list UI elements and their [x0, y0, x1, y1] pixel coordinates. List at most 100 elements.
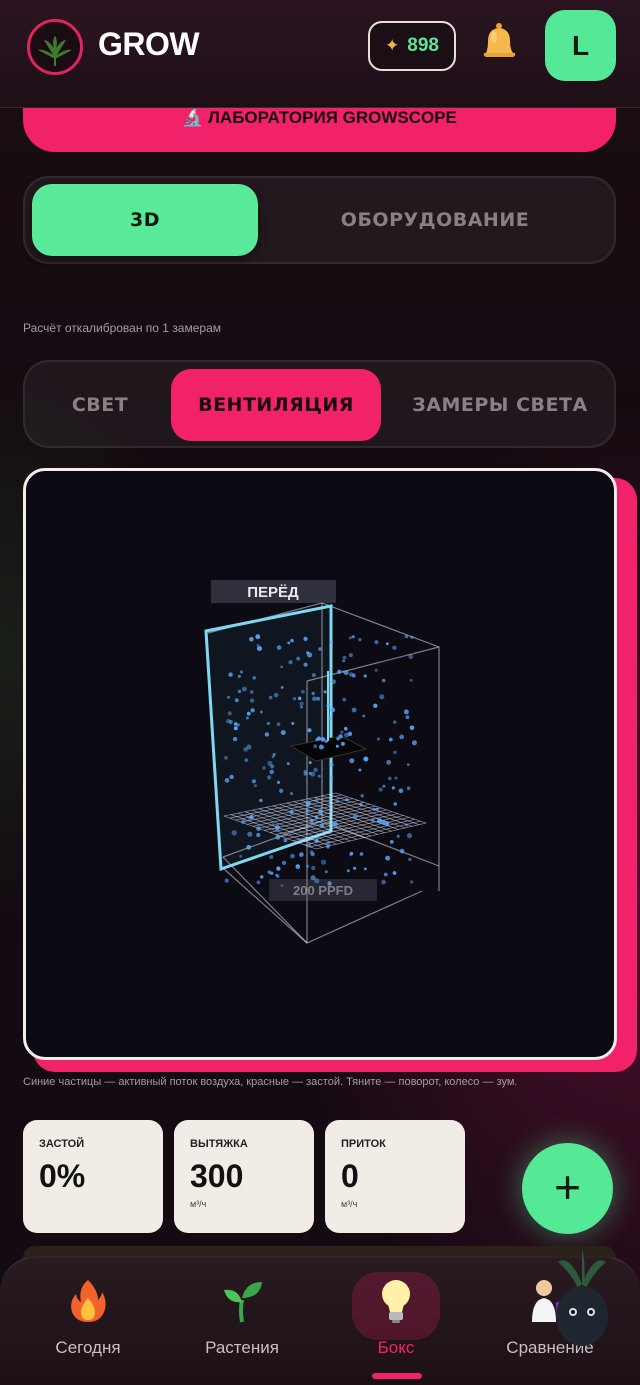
air-particle: [224, 755, 228, 760]
air-particle: [239, 854, 243, 858]
tab-light[interactable]: СВЕТ: [35, 369, 165, 441]
air-particle: [342, 697, 347, 702]
air-particle: [305, 808, 310, 814]
air-particle: [403, 709, 409, 715]
air-particle: [303, 636, 308, 641]
air-particle: [406, 786, 411, 791]
air-particle: [358, 638, 362, 642]
air-particle: [295, 864, 301, 869]
seedling-icon: [224, 1282, 262, 1323]
front-label: ПЕРЁД: [247, 584, 299, 601]
air-particle: [307, 843, 312, 848]
air-particle: [375, 807, 379, 811]
air-particle: [247, 831, 253, 837]
air-particle: [314, 815, 319, 819]
3d-viewer[interactable]: ПЕРЁД 200 PPFD: [23, 468, 617, 1060]
air-particle: [393, 750, 397, 755]
app-header: GROW ✦ 898 L: [0, 0, 640, 108]
avatar[interactable]: L: [545, 10, 616, 81]
view-tabs: 3D ОБОРУДОВАНИЕ: [23, 176, 616, 264]
mascot-icon[interactable]: [540, 1244, 624, 1354]
air-particle: [283, 838, 288, 843]
air-particle: [269, 769, 274, 775]
air-particle: [280, 686, 284, 689]
air-particle: [314, 838, 319, 844]
nav-today[interactable]: Сегодня: [18, 1270, 158, 1370]
air-particle: [233, 726, 238, 731]
nav-box[interactable]: Бокс: [326, 1270, 466, 1370]
nav-label: Сегодня: [55, 1338, 121, 1357]
air-particle: [330, 707, 336, 713]
air-particle: [269, 855, 274, 859]
air-particle: [338, 734, 343, 739]
air-particle: [260, 875, 264, 879]
stat-label: ЗАСТОЙ: [39, 1138, 85, 1150]
air-particle: [280, 730, 286, 736]
air-particle: [328, 717, 332, 721]
air-particle: [252, 676, 256, 680]
air-particle: [271, 823, 275, 827]
air-particle: [224, 778, 230, 783]
air-particle: [267, 870, 271, 874]
air-particle: [377, 737, 380, 741]
air-particle: [297, 696, 302, 701]
air-particle: [388, 737, 393, 742]
air-particle: [358, 768, 362, 772]
air-particle: [342, 659, 346, 663]
air-particle: [237, 674, 241, 678]
air-particle: [344, 732, 349, 738]
bell-icon[interactable]: [476, 19, 522, 65]
air-particle: [404, 634, 409, 639]
air-particle: [307, 728, 312, 733]
air-particle: [303, 662, 308, 667]
air-particle: [267, 775, 272, 780]
air-particle: [312, 696, 317, 702]
air-particle: [324, 739, 328, 743]
air-particle: [256, 826, 261, 831]
air-particle: [275, 825, 280, 831]
air-particle: [377, 818, 383, 824]
air-particle: [306, 864, 310, 868]
air-particle: [231, 830, 237, 836]
air-particle: [318, 744, 324, 750]
air-particle: [305, 801, 311, 807]
air-particle: [385, 855, 390, 861]
air-particle: [273, 692, 279, 698]
tab-light-measurements[interactable]: ЗАМЕРЫ СВЕТА: [405, 369, 595, 441]
tab-equipment[interactable]: ОБОРУДОВАНИЕ: [285, 184, 585, 256]
air-particle: [337, 669, 342, 674]
tab-3d[interactable]: 3D: [32, 184, 258, 256]
air-particle: [378, 787, 383, 792]
nav-plants[interactable]: Растения: [172, 1270, 312, 1370]
air-particle: [244, 758, 249, 762]
air-particle: [249, 814, 254, 820]
calibration-note: Расчёт откалиброван по 1 замерам: [23, 321, 222, 335]
air-particle: [317, 774, 321, 778]
air-particle: [227, 711, 232, 716]
air-particle: [373, 703, 378, 708]
air-particle: [311, 673, 316, 678]
air-particle: [394, 776, 398, 780]
air-particle: [331, 679, 336, 685]
air-particle: [266, 721, 270, 726]
grow-box-scene[interactable]: ПЕРЁД 200 PPFD: [26, 471, 617, 1060]
air-particle: [353, 866, 357, 870]
logo[interactable]: [27, 19, 83, 75]
coins-badge[interactable]: ✦ 898: [368, 21, 456, 71]
plus-icon: +: [554, 1160, 581, 1213]
air-particle: [241, 819, 246, 824]
coins-value: 898: [407, 35, 439, 56]
nav-label: Бокс: [377, 1338, 415, 1357]
add-button[interactable]: +: [522, 1143, 613, 1234]
air-particle: [256, 832, 261, 838]
stat-card-exhaust: ВЫТЯЖКА 300 м³/ч: [174, 1120, 314, 1233]
air-particle: [290, 792, 294, 796]
air-particle: [392, 871, 397, 875]
air-particle: [360, 794, 364, 798]
air-particle: [342, 655, 347, 660]
air-particle: [359, 852, 364, 856]
air-particle: [233, 722, 238, 726]
air-particle: [348, 636, 352, 640]
air-particle: [301, 689, 305, 694]
tab-ventilation[interactable]: ВЕНТИЛЯЦИЯ: [171, 369, 381, 441]
